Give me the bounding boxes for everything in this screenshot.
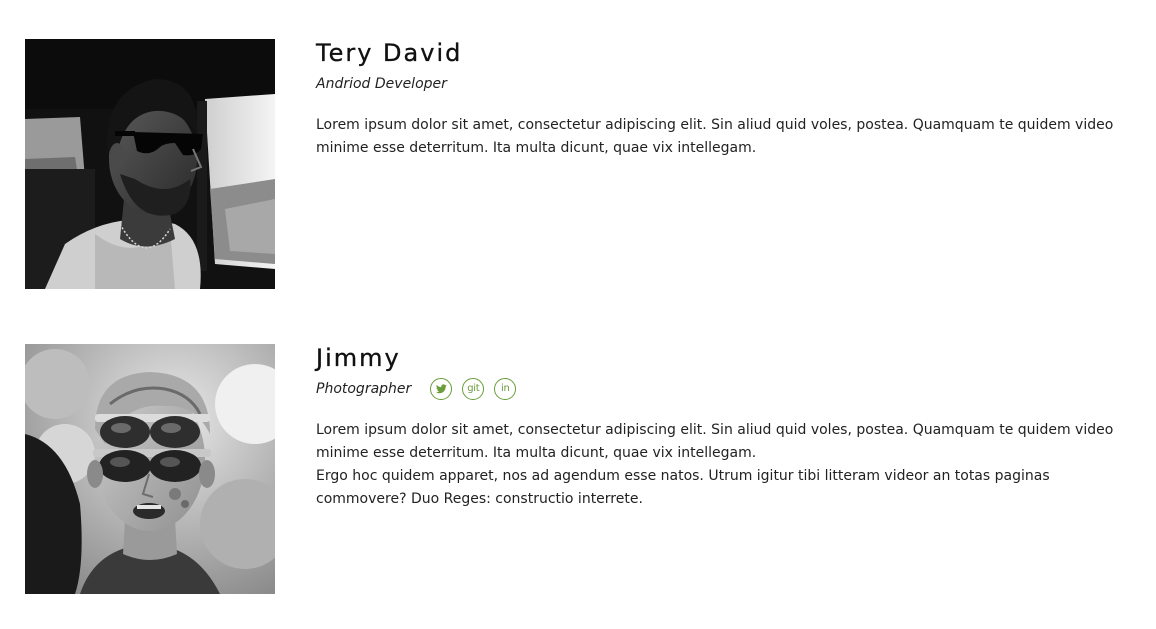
member-role: Andriod Developer [316,76,447,92]
bio-paragraph: Lorem ipsum dolor sit amet, consectetur … [316,422,1114,461]
person-photo-image [25,39,275,289]
member-name: Tery David [316,39,463,67]
member-name: Jimmy [316,344,401,372]
git-label: git [467,383,480,394]
member-info: Tery David Andriod Developer Lorem ipsum… [316,39,1116,160]
member-bio: Lorem ipsum dolor sit amet, consectetur … [316,114,1116,160]
team-member-card: Jimmy Photographer git in Lorem ipsum do… [25,344,1135,594]
linkedin-icon[interactable]: in [494,378,517,400]
social-links: git in [430,378,517,400]
person-photo-image [25,344,275,594]
linkedin-label: in [501,383,510,394]
member-role: Photographer [316,381,412,397]
member-photo [25,39,275,289]
role-row: Andriod Developer [316,71,1116,97]
member-photo [25,344,275,594]
team-member-card: Tery David Andriod Developer Lorem ipsum… [25,39,1135,289]
twitter-icon[interactable] [430,378,453,400]
member-bio: Lorem ipsum dolor sit amet, consectetur … [316,419,1116,511]
bio-paragraph: Lorem ipsum dolor sit amet, consectetur … [316,117,1114,156]
bio-paragraph: Ergo hoc quidem apparet, nos ad agendum … [316,468,1050,507]
twitter-bird-icon [435,384,447,394]
role-row: Photographer git in [316,376,1116,402]
member-info: Jimmy Photographer git in Lorem ipsum do… [316,344,1116,511]
git-icon[interactable]: git [462,378,485,400]
